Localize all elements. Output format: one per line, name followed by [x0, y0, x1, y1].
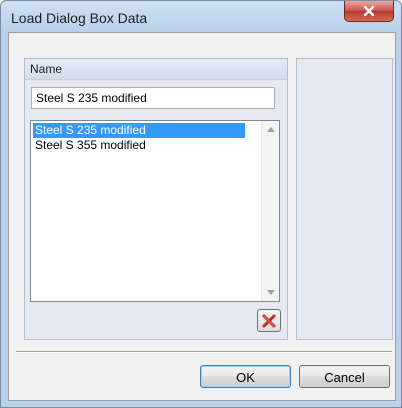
list-item[interactable]: Steel S 235 modified [33, 123, 245, 138]
name-input[interactable]: Steel S 235 modified [31, 87, 275, 109]
cancel-button[interactable]: Cancel [299, 365, 390, 388]
name-panel: Name Steel S 235 modified Steel S 235 mo… [24, 58, 288, 340]
preview-panel [296, 58, 393, 340]
name-panel-header: Name [25, 59, 287, 80]
dialog-window: Load Dialog Box Data Name Steel S 235 mo… [0, 0, 402, 408]
window-title: Load Dialog Box Data [11, 10, 148, 26]
ok-button[interactable]: OK [200, 365, 291, 388]
chevron-down-icon [266, 290, 275, 295]
scroll-up-button[interactable] [262, 121, 279, 138]
list-scrollbar[interactable] [261, 121, 279, 301]
close-icon [363, 5, 375, 17]
dialog-client-area: Name Steel S 235 modified Steel S 235 mo… [8, 32, 396, 401]
divider [16, 351, 392, 353]
chevron-up-icon [266, 127, 275, 132]
delete-icon [262, 314, 276, 327]
close-button[interactable] [344, 1, 394, 22]
title-bar[interactable]: Load Dialog Box Data [1, 1, 401, 33]
list-item[interactable]: Steel S 355 modified [33, 138, 245, 153]
saved-data-list[interactable]: Steel S 235 modified Steel S 355 modifie… [30, 120, 280, 302]
name-header-label: Name [30, 62, 63, 76]
delete-button[interactable] [257, 309, 281, 332]
scroll-down-button[interactable] [262, 284, 279, 301]
